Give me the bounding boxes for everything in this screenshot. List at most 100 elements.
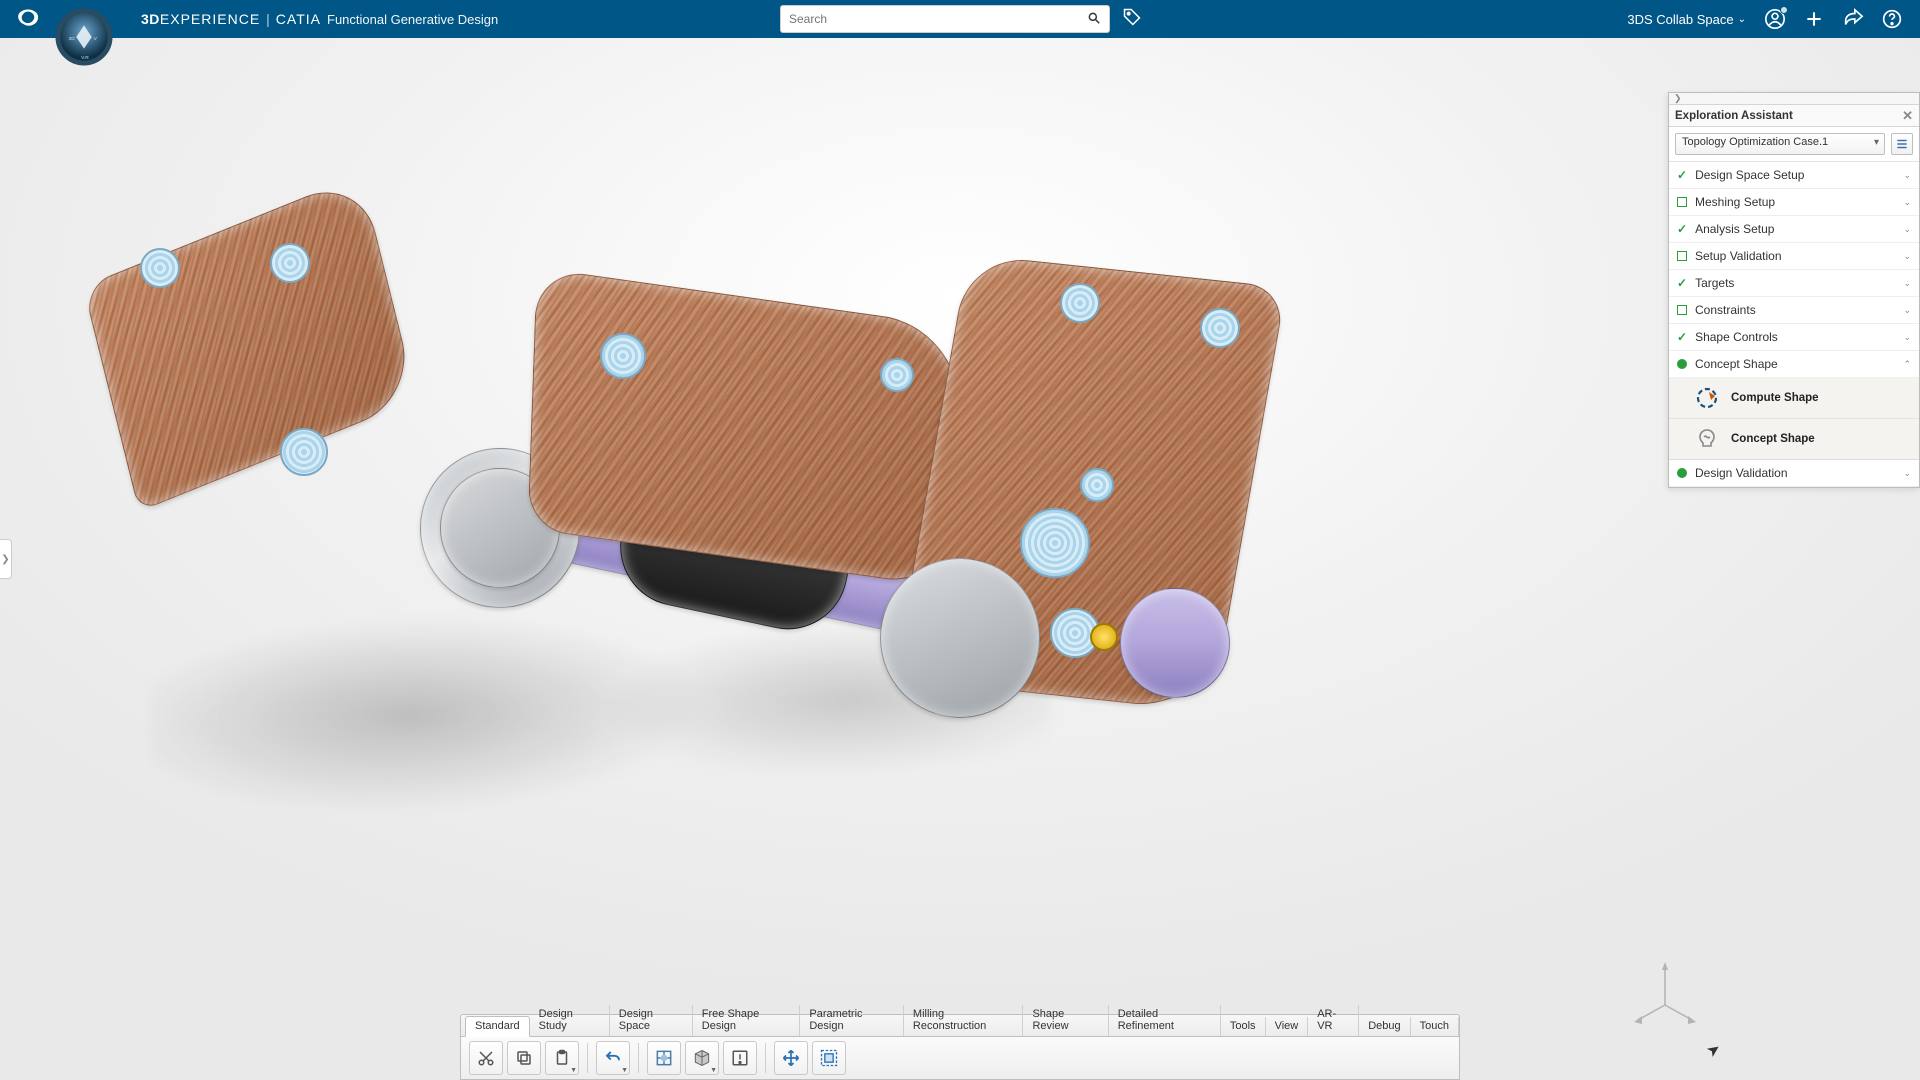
chevron-down-icon: ⌄ [1903,251,1911,262]
svg-text:3D: 3D [69,36,76,42]
step-label: Setup Validation [1695,249,1782,263]
step-label: Meshing Setup [1695,195,1775,209]
step-shape-controls[interactable]: ✓ Shape Controls ⌄ [1669,324,1919,351]
action-compute-shape[interactable]: Compute Shape [1669,378,1919,418]
help-icon[interactable] [1882,9,1902,29]
design-space-button[interactable] [647,1041,681,1075]
paste-button[interactable]: ▼ [545,1041,579,1075]
compass-icon[interactable]: 3D V V.R [55,8,113,66]
tab-detailed-refinement[interactable]: Detailed Refinement [1109,1005,1221,1036]
brand-divider: | [266,11,270,27]
share-icon[interactable] [1842,8,1864,30]
brand-catia: CATIA [276,11,321,27]
status-check-icon: ✓ [1677,276,1687,290]
panel-collapse-handle[interactable]: ❯ [1669,93,1919,105]
user-icon[interactable] [1764,8,1786,30]
tab-standard[interactable]: Standard [465,1016,530,1037]
warning-button[interactable] [723,1041,757,1075]
search-icon[interactable] [1087,11,1101,28]
tab-touch[interactable]: Touch [1411,1017,1459,1036]
select-box-button[interactable] [812,1041,846,1075]
tab-design-study[interactable]: Design Study [530,1005,610,1036]
close-icon[interactable]: ✕ [1902,108,1913,124]
list-view-icon[interactable] [1891,133,1913,155]
status-check-icon: ✓ [1677,168,1687,182]
toolbar-tabs: StandardDesign StudyDesign SpaceFree Sha… [460,1014,1460,1036]
viewport[interactable]: ❯ [0,38,1920,1080]
action-icon [1695,427,1719,451]
status-box-icon [1677,197,1687,207]
tab-milling-reconstruction[interactable]: Milling Reconstruction [904,1005,1024,1036]
step-label: Design Validation [1695,466,1788,480]
tab-design-space[interactable]: Design Space [610,1005,693,1036]
collab-space-dropdown[interactable]: 3DS Collab Space ⌄ [1627,12,1746,27]
status-box-icon [1677,251,1687,261]
step-label: Concept Shape [1695,357,1778,371]
app-name: Functional Generative Design [327,12,498,27]
tab-tools[interactable]: Tools [1221,1017,1266,1036]
case-label: Topology Optimization Case.1 [1682,136,1828,148]
step-constraints[interactable]: Constraints⌄ [1669,297,1919,324]
status-dot-icon [1677,468,1687,478]
brand-3d: 3D [141,11,160,27]
step-meshing-setup[interactable]: Meshing Setup ⌄ [1669,189,1919,216]
ds-logo-icon[interactable] [10,0,46,38]
axis-triad-icon[interactable] [1630,960,1700,1030]
model-placeholder [60,128,1360,888]
step-design-space-setup[interactable]: ✓ Design Space Setup ⌄ [1669,162,1919,189]
action-icon [1695,386,1719,410]
status-dot-icon [1677,359,1687,369]
step-design-validation[interactable]: Design Validation ⌄ [1669,460,1919,487]
panel-title: Exploration Assistant [1675,110,1793,122]
tab-ar-vr[interactable]: AR-VR [1308,1005,1359,1036]
cube-button[interactable]: ▼ [685,1041,719,1075]
chevron-up-icon: ⌃ [1903,359,1911,370]
exploration-assistant-panel: ❯ Exploration Assistant ✕ Topology Optim… [1668,92,1920,488]
bottom-toolbar: StandardDesign StudyDesign SpaceFree Sha… [460,1014,1460,1080]
copy-button[interactable] [507,1041,541,1075]
step-targets[interactable]: ✓ Targets ⌄ [1669,270,1919,297]
step-concept-shape[interactable]: Concept Shape ⌃ [1669,351,1919,378]
step-label: Design Space Setup [1695,168,1804,182]
action-label: Compute Shape [1731,392,1819,404]
step-analysis-setup[interactable]: ✓ Analysis Setup ⌄ [1669,216,1919,243]
chevron-down-icon: ⌄ [1903,278,1911,289]
chevron-down-icon: ⌄ [1903,224,1911,235]
chevron-down-icon: ⌄ [1903,197,1911,208]
chevron-down-icon: ⌄ [1903,305,1911,316]
case-dropdown[interactable]: Topology Optimization Case.1 [1675,133,1885,155]
search-input-wrap[interactable] [780,5,1110,33]
tab-free-shape-design[interactable]: Free Shape Design [693,1005,801,1036]
chevron-down-icon: ⌄ [1903,170,1911,181]
tab-view[interactable]: View [1266,1017,1309,1036]
status-box-icon [1677,305,1687,315]
step-label: Shape Controls [1695,330,1778,344]
tag-icon[interactable] [1122,7,1142,32]
cut-button[interactable] [469,1041,503,1075]
status-check-icon: ✓ [1677,330,1687,344]
tab-parametric-design[interactable]: Parametric Design [800,1005,904,1036]
action-label: Concept Shape [1731,433,1815,445]
step-label: Analysis Setup [1695,222,1774,236]
brand-experience: EXPERIENCE [160,11,260,27]
step-label: Targets [1695,276,1734,290]
status-check-icon: ✓ [1677,222,1687,236]
svg-text:V.R: V.R [81,55,89,61]
brand-title: 3DEXPERIENCE | CATIA Functional Generati… [141,11,498,27]
step-setup-validation[interactable]: Setup Validation ⌄ [1669,243,1919,270]
cursor-icon: ➤ [1702,1038,1724,1062]
tab-shape-review[interactable]: Shape Review [1023,1005,1108,1036]
toolbar-tools: ▼ ▼ ▼ [460,1036,1460,1080]
undo-button[interactable]: ▼ [596,1041,630,1075]
action-concept-shape[interactable]: Concept Shape [1669,418,1919,459]
move-button[interactable] [774,1041,808,1075]
add-icon[interactable] [1804,9,1824,29]
chevron-down-icon: ⌄ [1903,468,1911,479]
chevron-down-icon: ⌄ [1738,14,1746,25]
app-header: 3D V V.R 3DEXPERIENCE | CATIA Functional… [0,0,1920,38]
tab-debug[interactable]: Debug [1359,1017,1410,1036]
left-panel-expander[interactable]: ❯ [0,539,12,579]
search-input[interactable] [789,12,1087,26]
collab-space-label: 3DS Collab Space [1627,12,1733,27]
chevron-down-icon: ⌄ [1903,332,1911,343]
